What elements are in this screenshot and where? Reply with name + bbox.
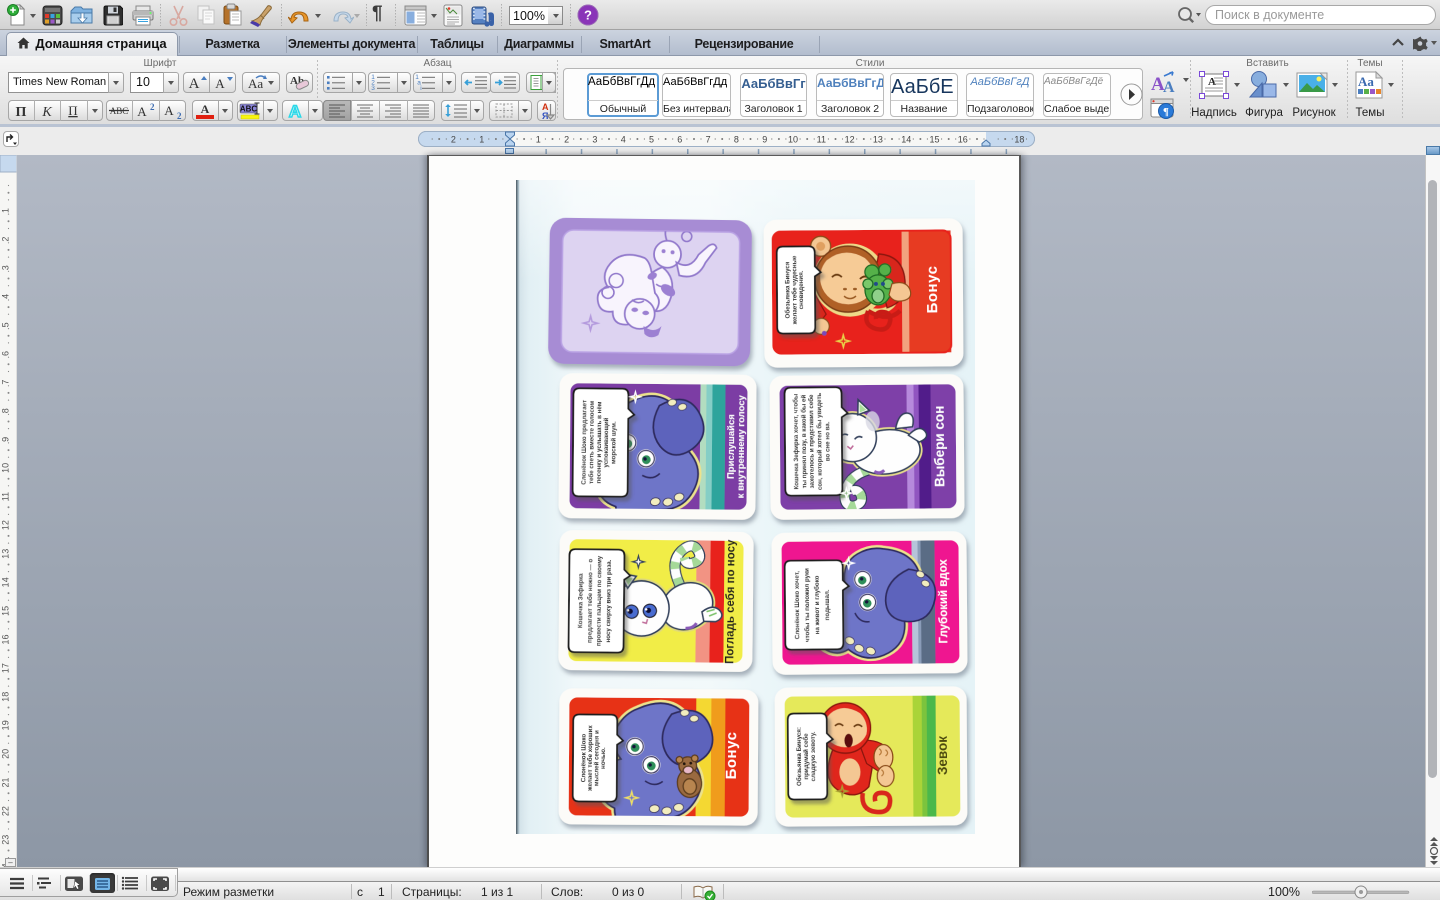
svg-text:чтобы ты положил руки: чтобы ты положил руки <box>804 568 812 642</box>
svg-text:ты принял позу, в какой бы ей: ты принял позу, в какой бы ей <box>800 395 808 489</box>
svg-text:5: 5 <box>1 322 11 327</box>
svg-text:К: К <box>41 105 52 120</box>
svg-text:П: П <box>68 103 77 118</box>
svg-text:сладкую зевоту.: сладкую зевоту. <box>810 731 817 781</box>
svg-text:A: A <box>201 102 210 116</box>
svg-text:3: 3 <box>592 135 597 145</box>
svg-text:Бонус: Бонус <box>723 732 740 780</box>
svg-text:7: 7 <box>1 380 11 385</box>
svg-text:морской шум.: морской шум. <box>610 421 617 464</box>
svg-text:захотелось и представил себе: захотелось и представил себе <box>808 394 816 489</box>
svg-text:8: 8 <box>1 408 11 413</box>
svg-text:Aa: Aa <box>248 76 263 91</box>
svg-text:ночью.: ночью. <box>600 747 607 769</box>
svg-text:7: 7 <box>706 135 711 145</box>
svg-text:Aa: Aa <box>1358 74 1374 89</box>
svg-text:A: A <box>137 104 147 119</box>
svg-text:Слонёнок Шоко хочет,: Слонёнок Шоко хочет, <box>794 571 802 640</box>
svg-text:сновидения.: сновидения. <box>798 270 805 309</box>
svg-text:на живот и глубоко: на живот и глубоко <box>814 575 822 634</box>
svg-text:8: 8 <box>734 135 739 145</box>
svg-text:Глубокий вдох: Глубокий вдох <box>938 559 951 644</box>
svg-text:A: A <box>1163 79 1175 94</box>
svg-text:2: 2 <box>1 237 11 242</box>
svg-text:9: 9 <box>1 437 11 442</box>
svg-text:9: 9 <box>762 135 767 145</box>
svg-text:ABC: ABC <box>240 105 258 114</box>
svg-text:Зевок: Зевок <box>935 736 950 775</box>
svg-text:A: A <box>215 76 225 91</box>
svg-text:3: 3 <box>1 265 11 270</box>
svg-text:15: 15 <box>929 135 939 145</box>
svg-text:подышал.: подышал. <box>824 589 831 620</box>
svg-text:успокаивающий: успокаивающий <box>603 417 610 467</box>
svg-text:i: i <box>420 85 421 92</box>
svg-text:11: 11 <box>817 135 826 145</box>
svg-text:A: A <box>289 102 301 121</box>
svg-text:¶: ¶ <box>1163 106 1169 118</box>
svg-text:14: 14 <box>901 135 911 145</box>
svg-text:1: 1 <box>536 135 541 145</box>
svg-text:A: A <box>164 103 174 118</box>
svg-text:1: 1 <box>1 208 11 213</box>
svg-text:4: 4 <box>621 135 626 145</box>
svg-text:10: 10 <box>788 135 798 145</box>
svg-text:2: 2 <box>177 111 182 121</box>
svg-text:2: 2 <box>150 102 155 112</box>
svg-text:Бонус: Бонус <box>924 266 941 314</box>
svg-text:во сне но ва.: во сне но ва. <box>824 421 831 461</box>
svg-text:Кошечка Зефирка: Кошечка Зефирка <box>577 573 585 628</box>
svg-text:Выбери сон: Выбери сон <box>932 406 948 487</box>
svg-text:П: П <box>16 105 27 120</box>
svg-text:13: 13 <box>873 135 883 145</box>
svg-text:2: 2 <box>451 135 456 145</box>
svg-text:Кошечка Зефирка хочет, чтобы: Кошечка Зефирка хочет, чтобы <box>793 394 801 490</box>
svg-text:4: 4 <box>1 294 11 299</box>
svg-text:6: 6 <box>1 351 11 356</box>
svg-text:12: 12 <box>845 135 855 145</box>
svg-text:к внутреннему голосу: к внутреннему голосу <box>736 394 748 498</box>
svg-text:предлагает тебе нежно — о: предлагает тебе нежно — о <box>587 558 595 642</box>
svg-text:Погладь себя по носу: Погладь себя по носу <box>724 539 737 664</box>
svg-text:песенку и услышать в нём: песенку и услышать в нём <box>595 401 603 483</box>
svg-text:носу сверху вниз три раза.: носу сверху вниз три раза. <box>605 559 613 642</box>
svg-text:сон, который хотел бы увидеть: сон, который хотел бы увидеть <box>816 393 824 491</box>
svg-text:3: 3 <box>371 85 375 92</box>
svg-text:18: 18 <box>1014 135 1024 145</box>
svg-text:1: 1 <box>479 135 484 145</box>
svg-text:6: 6 <box>677 135 682 145</box>
svg-text:16: 16 <box>958 135 968 145</box>
svg-text:A: A <box>189 76 200 92</box>
svg-text:2: 2 <box>564 135 569 145</box>
svg-text:провести пальцем по своему: провести пальцем по своему <box>596 555 604 646</box>
svg-text:?: ? <box>584 8 592 23</box>
svg-text:5: 5 <box>649 135 654 145</box>
